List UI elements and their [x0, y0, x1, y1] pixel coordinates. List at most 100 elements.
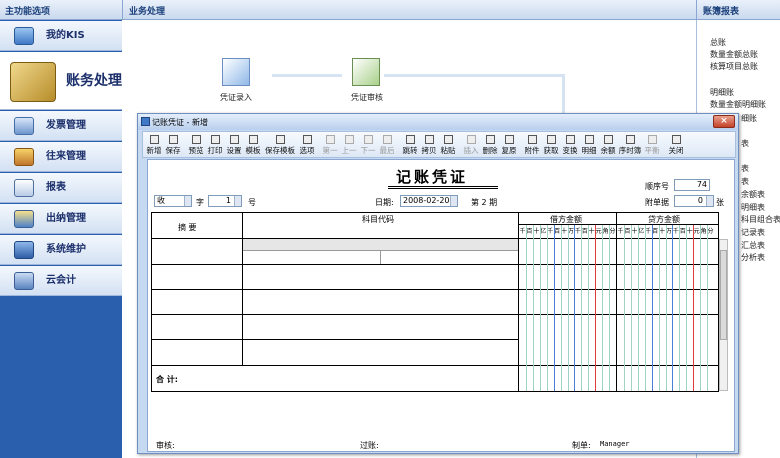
grid-line: [151, 289, 719, 290]
toolbar-label: 预览: [188, 146, 204, 155]
digit-unit-label: 千: [617, 228, 624, 235]
toolbar-next-button[interactable]: 下一: [359, 134, 377, 156]
digit-unit-label: 十: [561, 228, 568, 235]
col-account: 科目代码: [362, 215, 394, 224]
seq-field[interactable]: 74: [674, 179, 710, 191]
digit-column-line: [532, 225, 534, 391]
nav-item-cloud[interactable]: 云会计: [0, 266, 122, 296]
nav-item-transactions[interactable]: 往来管理: [0, 142, 122, 172]
delete-icon: [485, 135, 495, 144]
nav-item-label: 往来管理: [46, 151, 86, 162]
toolbar-attachment-button[interactable]: 附件: [523, 134, 541, 156]
scrollbar-thumb[interactable]: [720, 250, 727, 340]
toolbar-label: 选项: [299, 146, 315, 155]
toolbar-label: 拷贝: [421, 146, 437, 155]
ledger-link[interactable]: 核算项目总账: [710, 61, 758, 72]
toolbar-settings-button[interactable]: 设置: [225, 134, 243, 156]
ledger-link[interactable]: 表: [741, 138, 749, 149]
period-label: 第 2 期: [471, 198, 498, 207]
toolbar-label: 新增: [146, 146, 162, 155]
toolbar-detail-button[interactable]: 明细: [580, 134, 598, 156]
ledger-link[interactable]: 汇总表: [741, 240, 765, 251]
toolbar-last-button[interactable]: 最后: [378, 134, 396, 156]
ledger-link[interactable]: 余额表: [741, 189, 765, 200]
attachment-icon: [527, 135, 537, 144]
ledger-link[interactable]: 细账: [741, 113, 757, 124]
nav-item-label: 云会计: [46, 275, 76, 286]
nav-item-label: 出纳管理: [46, 213, 86, 224]
nav-item-maintenance[interactable]: 系统维护: [0, 235, 122, 265]
nav-item-label: 系统维护: [46, 244, 86, 255]
toolbar-copy-button[interactable]: 拷贝: [420, 134, 438, 156]
digit-unit-label: 亿: [638, 228, 645, 235]
nav-item-cashier[interactable]: 出纳管理: [0, 204, 122, 234]
toolbar-equalize-button[interactable]: 平衡: [643, 134, 661, 156]
toolbar-print-button[interactable]: 打印: [206, 134, 224, 156]
toolbar-delete-button[interactable]: 删除: [481, 134, 499, 156]
nav-item-accounting[interactable]: 账务处理: [0, 52, 122, 110]
calendar-dropdown-icon[interactable]: [450, 196, 457, 206]
nav-item-invoice[interactable]: 发票管理: [0, 111, 122, 141]
digit-unit-label: 角: [700, 228, 707, 235]
toolbar-label: 跳转: [402, 146, 418, 155]
close-button[interactable]: ×: [713, 115, 735, 128]
save-icon: [168, 135, 178, 144]
toolbar-template-button[interactable]: 模板: [244, 134, 262, 156]
number-stepper[interactable]: [234, 196, 241, 206]
ledger-link[interactable]: 明细表: [741, 202, 765, 213]
voucher-entry-icon[interactable]: [222, 58, 250, 86]
ledger-link[interactable]: 科目组合表: [741, 214, 780, 225]
toolbar-jump-button[interactable]: 跳转: [401, 134, 419, 156]
report-icon: [14, 179, 34, 197]
date-label: 日期:: [375, 198, 394, 207]
toolbar-label: 设置: [226, 146, 242, 155]
attach-stepper[interactable]: [706, 196, 713, 206]
word-label: 字: [196, 198, 204, 207]
toolbar-insert-button[interactable]: 插入: [462, 134, 480, 156]
toolbar-new-button[interactable]: 新增: [145, 134, 163, 156]
toolbar-transform-button[interactable]: 变换: [561, 134, 579, 156]
ledger-link[interactable]: 分析表: [741, 252, 765, 263]
toolbar-prev-button[interactable]: 上一: [340, 134, 358, 156]
account-row-shade: [243, 239, 518, 251]
ledger-link[interactable]: 表: [741, 176, 749, 187]
toolbar-restore-button[interactable]: 复原: [500, 134, 518, 156]
close-door-icon: [671, 135, 681, 144]
digit-unit-label: 百: [581, 228, 588, 235]
toolbar-fetch-button[interactable]: 获取: [542, 134, 560, 156]
ledger-link[interactable]: 记录表: [741, 227, 765, 238]
chevron-down-icon[interactable]: [184, 196, 191, 206]
toolbar-balance-button[interactable]: 余额: [599, 134, 617, 156]
flow-voucher-audit[interactable]: 凭证审核: [337, 92, 397, 103]
flow-arrow: [272, 74, 342, 77]
nav-panel-title: 主功能选项: [0, 0, 122, 20]
digit-column-line: [595, 225, 597, 391]
total-label: 合 计:: [156, 375, 178, 384]
toolbar-close-button[interactable]: 关闭: [667, 134, 685, 156]
toolbar-first-button[interactable]: 第一: [321, 134, 339, 156]
digit-column-line: [630, 225, 632, 391]
toolbar-save-button[interactable]: 保存: [164, 134, 182, 156]
ledger-link[interactable]: 总账: [710, 37, 726, 48]
toolbar-preview-button[interactable]: 预览: [187, 134, 205, 156]
flow-voucher-entry[interactable]: 凭证录入: [206, 92, 266, 103]
digit-column-line: [525, 225, 527, 391]
voucher-audit-icon[interactable]: [352, 58, 380, 86]
toolbar-paste-button[interactable]: 粘贴: [439, 134, 457, 156]
toolbar-journal-button[interactable]: 序时簿: [618, 134, 642, 156]
ledger-link[interactable]: 表: [741, 163, 749, 174]
first-icon: [325, 135, 335, 144]
nav-item-report[interactable]: 报表: [0, 173, 122, 203]
digit-column-line: [560, 225, 562, 391]
nav-item-my-kis[interactable]: 我的KIS: [0, 21, 122, 51]
copy-icon: [424, 135, 434, 144]
toolbar-options-button[interactable]: 选项: [298, 134, 316, 156]
digit-unit-label: 十: [588, 228, 595, 235]
flow-arrow: [562, 74, 565, 114]
jump-icon: [405, 135, 415, 144]
ledger-link[interactable]: 明细账: [710, 87, 734, 98]
toolbar-save-template-button[interactable]: 保存模板: [263, 134, 297, 156]
ledger-link[interactable]: 数量金额总账: [710, 49, 758, 60]
ledger-link[interactable]: 数量金额明细账: [710, 99, 766, 110]
digit-column-line: [623, 225, 625, 391]
